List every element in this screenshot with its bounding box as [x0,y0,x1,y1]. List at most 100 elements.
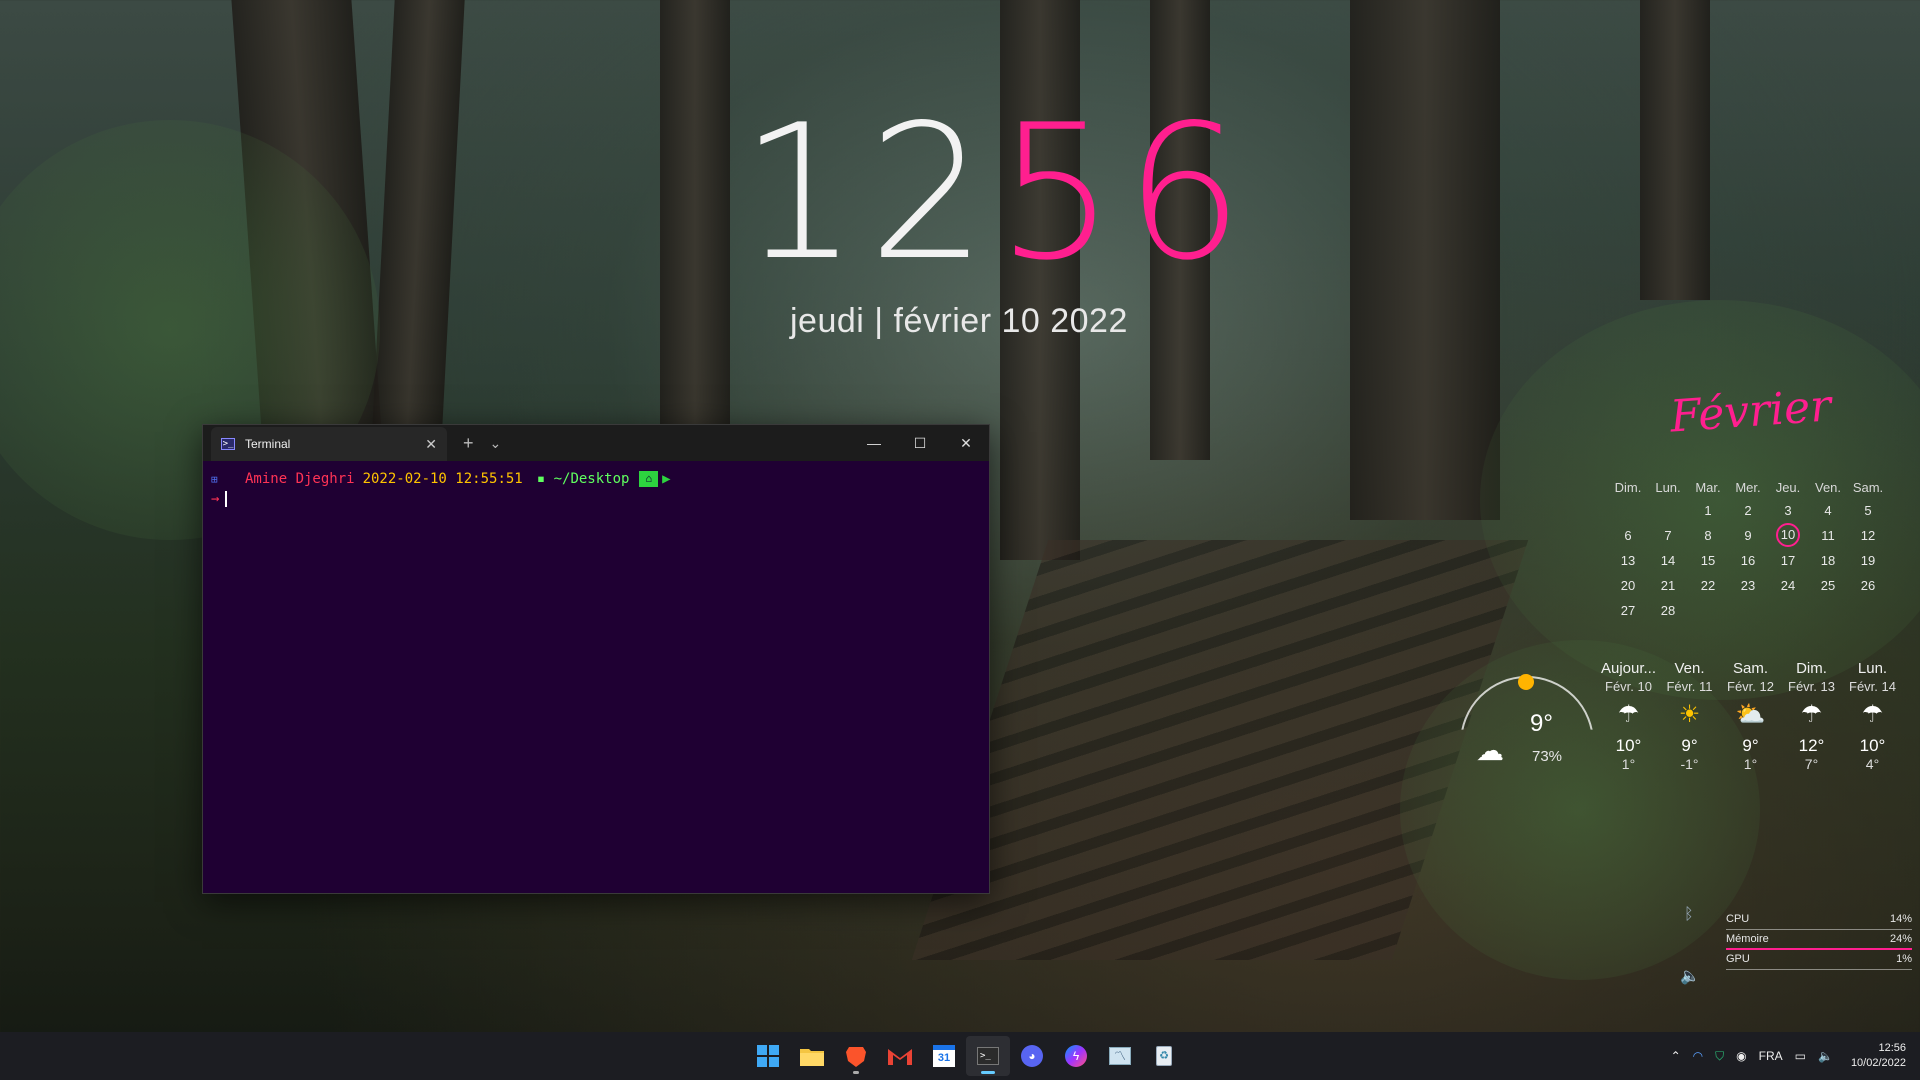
tab-title: Terminal [245,437,291,451]
discord-button[interactable]: ◕ [1010,1036,1054,1076]
sysmon-value: 14% [1889,913,1912,925]
network-activity-icon[interactable]: ◠ [1693,1049,1703,1063]
calendar-week: 13 14 15 16 17 18 19 [1608,548,1908,573]
forecast-low: 1° [1743,756,1758,772]
prompt-dir-text: ~/Desktop [553,471,630,487]
partly-cloudy-icon: ⛅ [1735,701,1766,728]
forecast-day-name: Sam. [1732,660,1768,677]
calendar-day [1848,598,1888,623]
current-humidity: 73% [1532,748,1563,765]
calendar-day: 5 [1864,503,1872,518]
gmail-icon [888,1049,912,1065]
terminal-titlebar[interactable]: >_ Terminal ✕ + ⌄ — ☐ ✕ [203,425,989,461]
volume-tray-icon[interactable]: 🔈 [1818,1049,1833,1063]
weekday: Sam. [1852,480,1884,495]
language-indicator[interactable]: FRA [1759,1049,1783,1063]
calendar-icon: 31 [933,1045,955,1067]
maximize-button[interactable]: ☐ [897,425,943,461]
forecast-high: 10° [1859,736,1886,755]
forecast-high: 10° [1615,736,1642,755]
desktop-date: jeudi | février 10 2022 [790,302,1128,340]
forecast-day-name: Lun. [1857,660,1888,677]
new-tab-button[interactable]: + [463,433,474,454]
security-shield-icon[interactable]: ⛉ [1715,1049,1724,1064]
close-button[interactable]: ✕ [943,425,989,461]
terminal-content[interactable]: ⊞ Amine Djeghri 2022-02-10 12:55:51 ▪ ~/… [203,461,989,515]
forecast-high: 9° [1681,736,1698,755]
powershell-icon: >_ [221,438,235,450]
input-line[interactable]: → [211,491,981,507]
start-icon [757,1045,779,1067]
forecast-date: Févr. 11 [1666,679,1713,694]
calendar-week: 6 7 8 9 10 11 12 [1608,523,1908,548]
clock-minutes: 56 [996,84,1254,301]
calendar-day: 17 [1780,553,1796,568]
discord-icon: ◕ [1021,1045,1043,1067]
forecast-day-name: Dim. [1796,660,1827,677]
system-monitor: CPU 14% Mémoire 24% GPU 1% [1726,910,1912,970]
cloud-icon: ☁ [1476,735,1504,766]
tab-dropdown-button[interactable]: ⌄ [490,435,502,452]
calendar-day: 21 [1660,578,1676,593]
minimize-button[interactable]: — [851,425,897,461]
clock-hours: 12 [740,84,997,301]
file-explorer-button[interactable] [790,1036,834,1076]
brave-button[interactable] [834,1036,878,1076]
forecast-day: Aujour... Févr. 10 ☂ 10° 1° [1598,660,1659,772]
display-icon[interactable]: ▭ [1795,1049,1806,1063]
terminal-app-button[interactable]: >_ [966,1036,1010,1076]
tray-clock[interactable]: 12:56 10/02/2022 [1851,1041,1906,1071]
calendar-day: 1 [1704,503,1712,518]
recycle-bin-icon: ♻ [1156,1046,1172,1066]
forecast-date: Févr. 10 [1605,679,1652,694]
forecast-day: Lun. Févr. 14 ☂ 10° 4° [1842,660,1903,772]
calendar-today: 10 [1776,523,1800,547]
taskbar-apps: 31 >_ ◕ ϟ 〽 ♻ [746,1032,1186,1080]
monitor-app-button[interactable]: 〽 [1098,1036,1142,1076]
weekday: Ven. [1814,480,1842,495]
forecast-low: 1° [1621,756,1636,772]
running-indicator [853,1071,859,1074]
calendar-day: 15 [1700,553,1716,568]
calendar-day: 22 [1700,578,1716,593]
background-tree [1350,0,1500,520]
calendar-day [1608,498,1648,523]
window-controls: — ☐ ✕ [851,425,989,461]
chevron-up-icon[interactable]: ⌃ [1671,1049,1681,1063]
gmail-button[interactable] [878,1036,922,1076]
terminal-tab[interactable]: >_ Terminal ✕ [211,427,447,461]
prompt-user: Amine Djeghri [245,471,355,487]
file-explorer-icon [800,1049,824,1066]
forecast-low: 7° [1804,756,1819,772]
sun-position-icon [1518,674,1534,690]
calendar-widget: Dim. Lun. Mar. Mer. Jeu. Ven. Sam. 1 2 3… [1608,478,1908,623]
shell-prompt: ⊞ Amine Djeghri 2022-02-10 12:55:51 ▪ ~/… [211,469,981,489]
forecast-day: Dim. Févr. 13 ☂ 12° 7° [1781,660,1842,772]
calendar-day: 25 [1820,578,1836,593]
tab-close-icon[interactable]: ✕ [425,436,437,453]
start-button[interactable] [746,1036,790,1076]
calendar-day [1728,598,1768,623]
calendar-day: 14 [1660,553,1676,568]
forecast-date: Févr. 12 [1727,679,1774,694]
forecast-day-name: Aujour... [1600,660,1657,677]
sysmon-row: Mémoire 24% [1726,930,1912,950]
background-tree [660,0,730,430]
calendar-day: 12 [1860,528,1876,543]
messenger-button[interactable]: ϟ [1054,1036,1098,1076]
calendar-day: 11 [1821,528,1835,543]
git-icon: ⌂ [639,471,659,487]
calendar-app-button[interactable]: 31 [922,1036,966,1076]
weekday: Dim. [1614,480,1642,495]
eye-icon[interactable]: ◉ [1736,1049,1746,1063]
weekday: Mer. [1735,480,1761,495]
text-cursor [225,491,228,507]
messenger-icon: ϟ [1065,1045,1087,1067]
prompt-arrow: → [211,491,220,507]
forecast-low: 4° [1865,756,1880,772]
windows-logo-icon: ⊞ [211,472,218,486]
terminal-window[interactable]: >_ Terminal ✕ + ⌄ — ☐ ✕ ⊞ Amine Djeghri … [202,424,990,894]
calendar-day [1688,598,1728,623]
brave-icon [846,1047,866,1067]
recycle-bin-button[interactable]: ♻ [1142,1036,1186,1076]
